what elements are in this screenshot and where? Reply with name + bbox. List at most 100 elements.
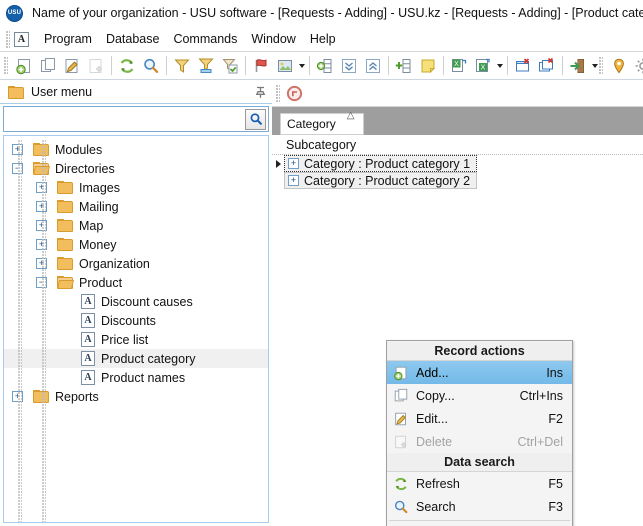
context-menu-item-add[interactable]: Add...Ins [387,361,572,384]
search-button[interactable] [139,54,163,78]
copy-record-button[interactable] [36,54,60,78]
main-body: User menu +Modules−Directories+Images+Ma… [0,81,643,526]
grid-rows: + Category : Product category 1 + Category … [272,155,643,189]
note-button[interactable] [416,54,440,78]
user-menu-panel: User menu +Modules−Directories+Images+Ma… [0,81,272,526]
tree-item-label: Product names [101,371,185,385]
folder-icon [57,257,73,270]
toolbar-grip-handle[interactable] [4,57,8,74]
menu-item-window[interactable]: Window [244,30,302,48]
context-menu-item-search[interactable]: SearchF3 [387,495,572,518]
refresh-button[interactable] [115,54,139,78]
directory-document-icon: A [81,370,95,385]
folder-icon [33,143,49,156]
menu-item-database[interactable]: Database [99,30,167,48]
add-column-button[interactable] [392,54,416,78]
row-content[interactable]: + Category : Product category 1 [284,155,477,172]
delete-record-button[interactable] [84,54,108,78]
image-dropdown-caret[interactable] [297,54,306,78]
current-row-arrow-icon [276,160,281,168]
table-row[interactable]: + Category : Product category 2 [272,172,643,189]
user-menu-header: User menu [0,81,272,104]
context-menu-item-label: Edit... [416,412,538,426]
menu-item-help[interactable]: Help [303,30,343,48]
context-menu-item-copy[interactable]: Copy... Ctrl+Ins [387,384,572,407]
context-menu-item-delete[interactable]: Delete Ctrl+Del [387,430,572,453]
document-tab-strip [272,81,643,107]
image-button[interactable] [273,54,297,78]
folder-icon [8,86,24,99]
import-excel-button[interactable]: X [471,54,495,78]
document-grip-handle[interactable] [276,85,280,102]
context-menu-item-edit[interactable]: Edit... F2 [387,407,572,430]
collapse-all-button[interactable] [361,54,385,78]
context-menu-item-shortcut: F3 [548,500,563,514]
directory-document-icon: A [81,313,95,328]
pin-icon[interactable] [253,85,268,100]
column-header-subcategory: Subcategory [286,138,356,152]
toolbar-separator [507,56,508,75]
open-filter-button[interactable] [170,54,194,78]
settings-button[interactable] [631,54,643,78]
row-label: Category : Product category 2 [304,174,470,188]
tree-item-label: Map [79,219,103,233]
context-menu-item-shortcut: Ins [546,366,563,380]
tree-item-label: Money [79,238,117,252]
toolbar-grip-handle-2[interactable] [599,57,603,74]
group-by-band[interactable]: Category [272,107,643,135]
context-menu-item-refresh[interactable]: RefreshF5 [387,472,572,495]
context-menu-item-shortcut: F2 [548,412,563,426]
search-icon-button[interactable] [245,109,266,130]
close-window-button[interactable] [511,54,535,78]
context-menu-item-shortcut: Ctrl+Del [518,435,564,449]
folder-icon [57,181,73,194]
group-column-category[interactable]: Category [280,113,364,135]
context-menu-item-label: Copy... [416,389,510,403]
expand-all-button[interactable] [337,54,361,78]
close-all-windows-button[interactable] [535,54,559,78]
export-excel-button[interactable]: X [447,54,471,78]
expand-group-row-icon[interactable]: + [288,175,299,186]
add-record-button[interactable] [12,54,36,78]
record-context-menu[interactable]: Record actionsAdd...InsCopy...Ctrl+InsEd… [386,340,573,526]
sort-ascending-triangle-icon[interactable] [348,121,356,127]
row-content[interactable]: + Category : Product category 2 [284,172,477,189]
row-label: Category : Product category 1 [304,157,470,171]
tree-leaf-spacer [60,372,71,383]
user-menu-tree[interactable]: +Modules−Directories+Images+Mailing+Map+… [3,135,269,523]
expand-group-row-icon[interactable]: + [288,158,299,169]
menu-item-commands[interactable]: Commands [166,30,244,48]
add-icon [392,364,410,382]
import-excel-dropdown-caret[interactable] [495,54,504,78]
main-toolbar: X X [0,52,643,80]
exit-button[interactable] [566,54,590,78]
context-menu-item-shortcut: F5 [548,477,563,491]
highlight-flag-button[interactable] [249,54,273,78]
expand-group-button[interactable] [313,54,337,78]
filter-row-button[interactable] [194,54,218,78]
title-bar: USU Name of your organization - USU soft… [0,0,643,27]
tree-item-label: Discounts [101,314,156,328]
search-input[interactable] [4,107,245,131]
no-entry-red-icon[interactable] [284,84,304,104]
toolbar-separator [388,56,389,75]
folder-open-icon [33,162,49,175]
window-title: Name of your organization - USU software… [32,6,643,20]
folder-open-icon [57,276,73,289]
tree-item-label: Images [79,181,120,195]
tree-item-label: Modules [55,143,102,157]
grid-column-header[interactable]: Subcategory [272,135,643,155]
edit-record-button[interactable] [60,54,84,78]
refresh-icon [392,475,410,493]
location-button[interactable] [607,54,631,78]
svg-text:X: X [481,64,486,71]
table-row[interactable]: + Category : Product category 1 [272,155,643,172]
context-menu-item-shortcut: Ctrl+Ins [520,389,563,403]
filter-by-value-button[interactable] [218,54,242,78]
folder-icon [57,200,73,213]
context-menu-item-label: Delete [416,435,508,449]
directory-document-icon: A [81,332,95,347]
menu-grip-handle[interactable] [6,31,10,48]
menu-item-program[interactable]: Program [37,30,99,48]
exit-dropdown-caret[interactable] [590,54,599,78]
